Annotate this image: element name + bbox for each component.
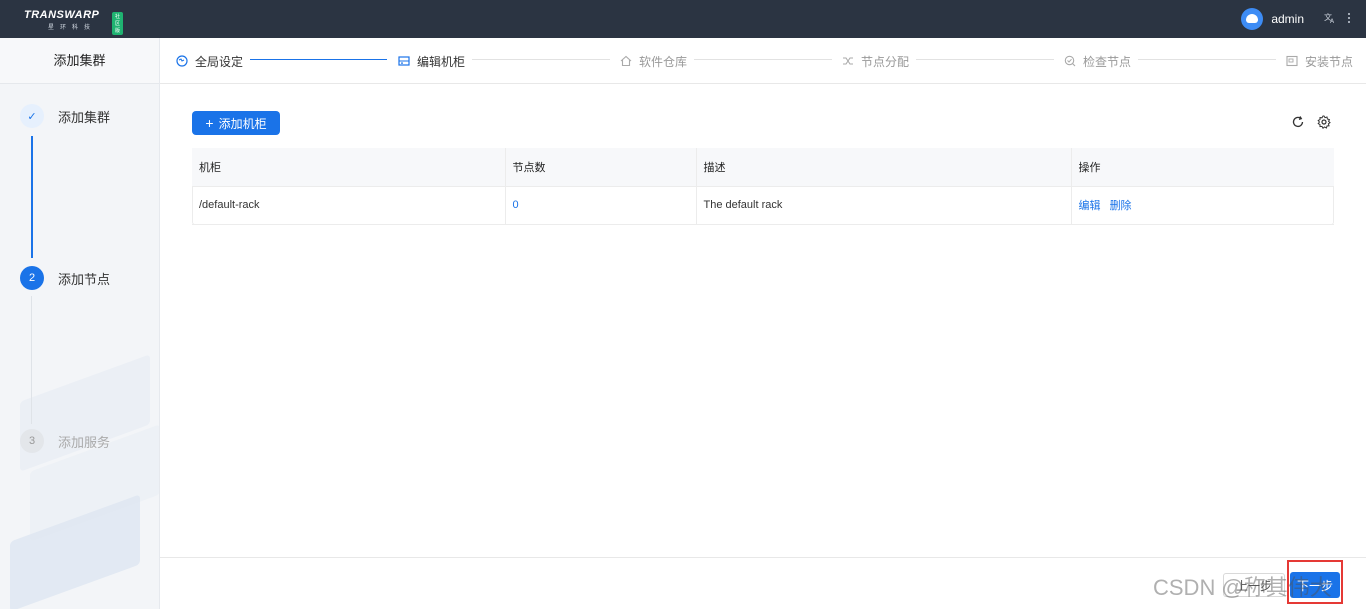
username[interactable]: admin bbox=[1271, 12, 1304, 26]
table-row: /default-rack 0 The default rack 编辑 删除 bbox=[192, 186, 1334, 225]
tab-label: 安装节点 bbox=[1305, 54, 1354, 69]
tab-node-assignment[interactable]: 节点分配 bbox=[842, 38, 909, 84]
column-header-actions: 操作 bbox=[1071, 148, 1334, 187]
tab-label: 软件仓库 bbox=[639, 54, 688, 69]
step-connector-done bbox=[31, 136, 33, 258]
step-label: 添加节点 bbox=[58, 271, 111, 287]
sidebar-decoration bbox=[10, 338, 159, 609]
delete-link[interactable]: 删除 bbox=[1110, 200, 1132, 212]
step-label: 添加服务 bbox=[58, 434, 111, 450]
edition-badge: 社区版 bbox=[112, 12, 124, 35]
tab-install-nodes[interactable]: 安装节点 bbox=[1286, 38, 1353, 84]
gear-icon[interactable] bbox=[1316, 114, 1332, 130]
step-number: 2 bbox=[20, 266, 44, 290]
home-icon bbox=[620, 55, 632, 67]
column-header-rack: 机柜 bbox=[192, 148, 506, 187]
watermark: CSDN @称其伟大 bbox=[1153, 575, 1332, 600]
plus-icon: + bbox=[205, 115, 214, 131]
globe-icon bbox=[176, 55, 188, 67]
translate-icon[interactable]: 文A bbox=[1324, 12, 1336, 27]
brand-subtitle: 星环科技 bbox=[48, 25, 97, 31]
rack-table: 机柜 节点数 描述 操作 /default-rack 0 The default… bbox=[192, 148, 1334, 225]
step-divider bbox=[472, 59, 610, 60]
tab-label: 节点分配 bbox=[861, 54, 910, 69]
refresh-icon[interactable] bbox=[1290, 114, 1306, 130]
column-header-nodes: 节点数 bbox=[505, 148, 697, 187]
add-rack-label: 添加机柜 bbox=[218, 116, 267, 131]
sidebar-step-add-cluster: ✓ 添加集群 bbox=[20, 104, 110, 128]
brand-logo: TRANSWARP 星环科技 社区版 bbox=[24, 9, 124, 35]
tab-check-nodes[interactable]: 检查节点 bbox=[1064, 38, 1131, 84]
top-bar: TRANSWARP 星环科技 社区版 admin 文A bbox=[0, 0, 1366, 38]
main-content: + 添加机柜 机柜 节点数 描述 操作 /default-rack 0 The … bbox=[160, 84, 1366, 557]
more-vertical-icon[interactable] bbox=[1346, 12, 1352, 27]
cell-description: The default rack bbox=[696, 186, 1072, 225]
rack-icon bbox=[398, 56, 410, 66]
install-icon bbox=[1286, 55, 1298, 67]
sidebar: 添加集群 ✓ 添加集群 2 添加节点 3 添加服务 bbox=[0, 38, 160, 609]
cell-rack-name: /default-rack bbox=[192, 186, 506, 225]
edit-link[interactable]: 编辑 bbox=[1079, 200, 1101, 212]
brand-name: TRANSWARP bbox=[24, 9, 100, 21]
cell-node-count: 0 bbox=[505, 186, 697, 225]
step-divider bbox=[1138, 59, 1276, 60]
tab-edit-rack[interactable]: 编辑机柜 bbox=[398, 38, 465, 84]
add-rack-button[interactable]: + 添加机柜 bbox=[192, 111, 280, 135]
step-label: 添加集群 bbox=[58, 109, 111, 125]
step-number: 3 bbox=[20, 429, 44, 453]
tab-global-settings[interactable]: 全局设定 bbox=[176, 38, 243, 84]
tab-label: 检查节点 bbox=[1083, 54, 1132, 69]
step-divider bbox=[694, 59, 832, 60]
svg-text:A: A bbox=[1330, 18, 1335, 24]
sidebar-step-add-node: 2 添加节点 bbox=[20, 266, 110, 290]
tab-software-repo[interactable]: 软件仓库 bbox=[620, 38, 687, 84]
cell-actions: 编辑 删除 bbox=[1071, 186, 1334, 225]
step-bar: 全局设定 编辑机柜 软件仓库 节点分配 检查节点 安装节点 bbox=[160, 38, 1366, 84]
tab-label: 编辑机柜 bbox=[417, 54, 466, 69]
step-divider bbox=[250, 59, 387, 60]
sidebar-step-add-service: 3 添加服务 bbox=[20, 429, 110, 453]
step-divider bbox=[916, 59, 1054, 60]
tab-label: 全局设定 bbox=[195, 54, 244, 69]
column-header-description: 描述 bbox=[696, 148, 1072, 187]
step-connector-pending bbox=[31, 296, 32, 424]
avatar[interactable] bbox=[1241, 8, 1264, 30]
check-icon: ✓ bbox=[20, 104, 44, 128]
node-count-link[interactable]: 0 bbox=[513, 199, 519, 211]
shuffle-icon bbox=[843, 57, 853, 65]
table-header-row: 机柜 节点数 描述 操作 bbox=[192, 148, 1334, 187]
sidebar-title: 添加集群 bbox=[0, 38, 159, 84]
check-search-icon bbox=[1064, 55, 1076, 67]
